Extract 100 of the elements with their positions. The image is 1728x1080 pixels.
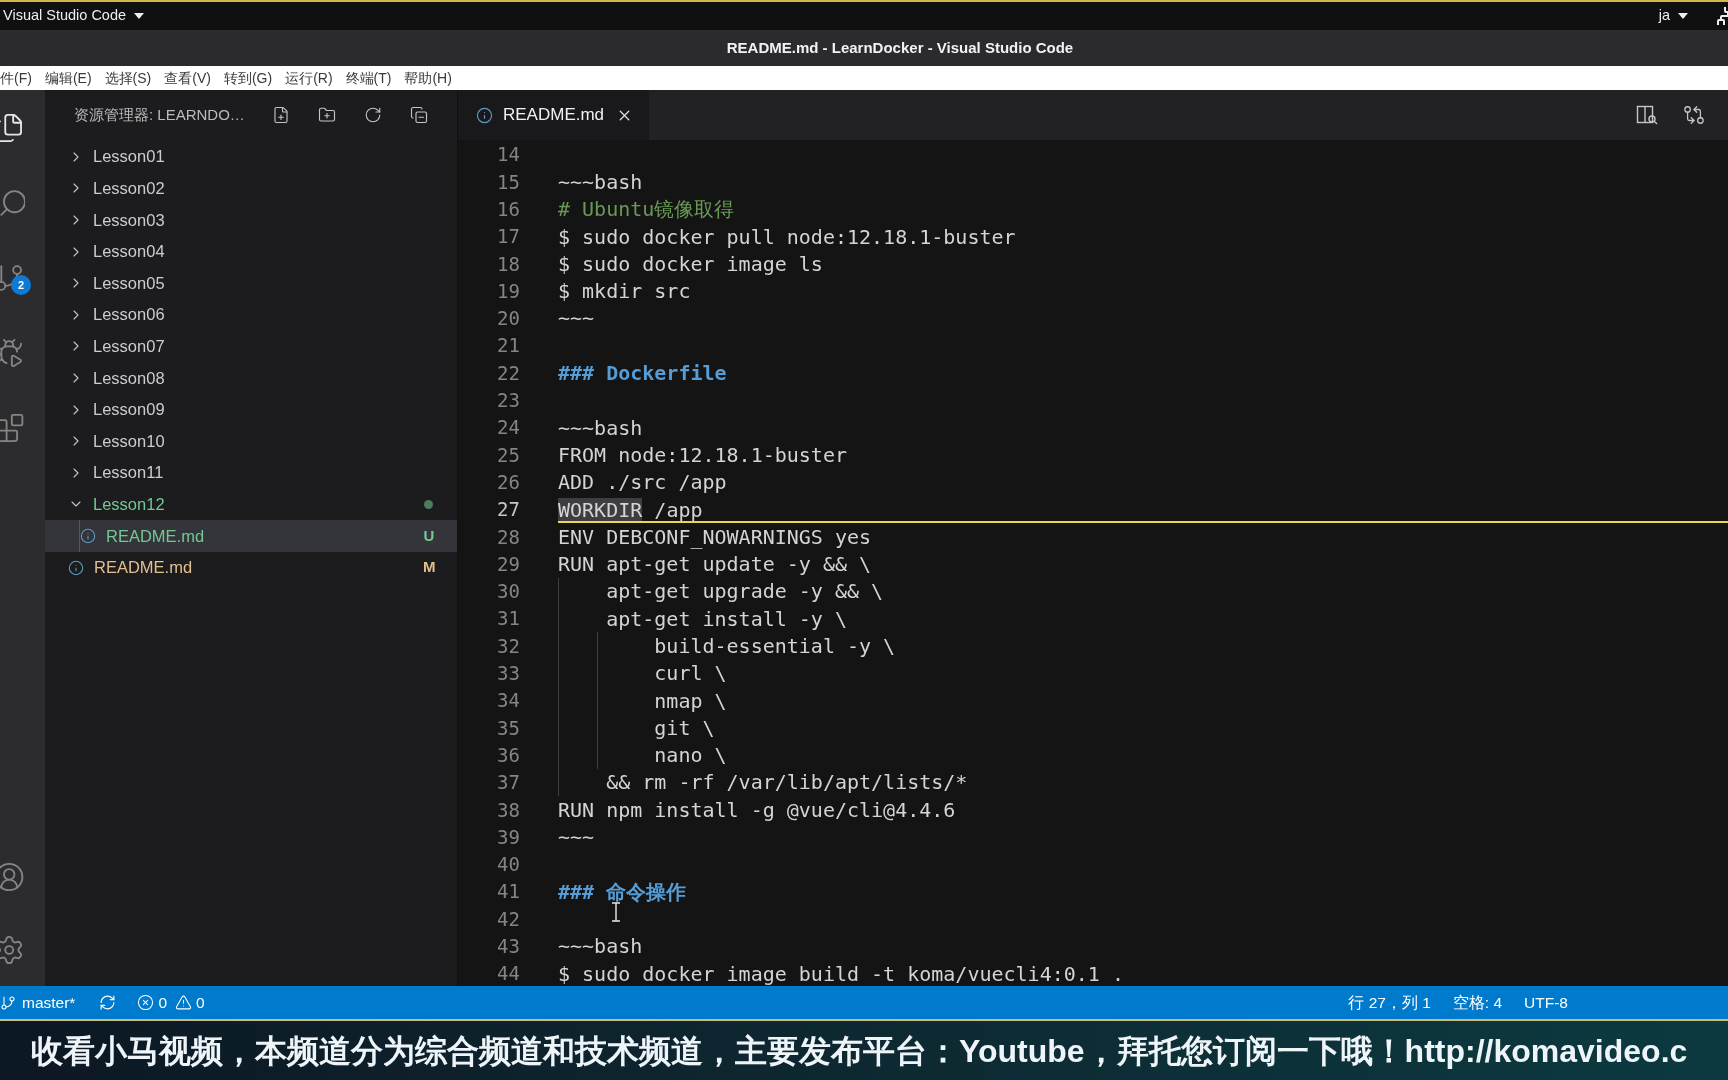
line-number: 14 <box>496 142 520 168</box>
problems-button[interactable]: 0 0 <box>137 990 205 1015</box>
line-number: 39 <box>496 824 520 850</box>
line-number: 25 <box>496 442 520 468</box>
code-line: build-essential -y \ <box>653 633 896 660</box>
line-number: 23 <box>496 388 520 414</box>
line-number: 44 <box>496 961 520 986</box>
error-icon <box>137 994 155 1011</box>
info-icon <box>68 559 84 576</box>
code-line: ENV DEBCONF_NOWARNINGS yes <box>558 523 872 551</box>
warning-icon <box>175 994 193 1011</box>
line-number: 27 <box>496 497 520 523</box>
play-bug-icon[interactable] <box>0 336 25 369</box>
line-number: 17 <box>496 224 520 250</box>
folder-plus-icon[interactable] <box>318 106 336 124</box>
line-number: 24 <box>496 415 520 441</box>
encoding-button[interactable]: UTF-8 <box>1524 990 1568 1015</box>
indentation-button[interactable]: 空格: 4 <box>1452 990 1503 1015</box>
tree-item[interactable]: Lesson01 <box>45 141 457 173</box>
network-icon[interactable] <box>1717 7 1728 25</box>
tree-item[interactable]: Lesson10 <box>45 425 457 457</box>
menu-item[interactable]: 选择(S) <box>104 67 152 89</box>
code-line: ### 命令操作 <box>558 878 687 906</box>
tree-item[interactable]: Lesson07 <box>45 330 457 363</box>
line-number: 33 <box>496 661 520 687</box>
tree-item[interactable]: README.md M <box>45 551 457 584</box>
blocks-icon[interactable] <box>0 411 25 444</box>
menu-item[interactable]: 帮助(H) <box>404 67 452 89</box>
tree-item[interactable]: Lesson08 <box>45 362 457 394</box>
info-icon <box>476 106 493 124</box>
line-number: 35 <box>496 715 520 741</box>
menu-item[interactable]: 编辑(E) <box>44 67 92 89</box>
tree-item[interactable]: Lesson09 <box>45 393 457 426</box>
line-number: 26 <box>496 469 520 495</box>
line-number: 42 <box>496 906 520 932</box>
menu-item[interactable]: 件(F) <box>0 67 32 89</box>
line-number: 30 <box>496 579 520 605</box>
code-line: WORKDIR /app <box>558 496 703 524</box>
caret-icon <box>1678 13 1688 19</box>
code-line: $ sudo docker image ls <box>558 250 823 278</box>
app-menu-button[interactable]: Visual Studio Code <box>0 5 145 27</box>
branch-button[interactable]: master* <box>0 990 76 1015</box>
editor-tab[interactable]: README.md <box>458 90 650 140</box>
code-line: # Ubuntu镜像取得 <box>558 196 735 224</box>
code-line: ~~~bash <box>558 933 643 961</box>
account-icon[interactable] <box>0 860 25 893</box>
text-cursor-icon <box>611 902 621 922</box>
tree-item[interactable]: Lesson06 <box>45 298 457 331</box>
tree-item[interactable]: Lesson04 <box>45 235 457 268</box>
code-line: git \ <box>653 714 715 742</box>
menu-item[interactable]: 终端(T) <box>345 67 392 89</box>
line-number: 40 <box>496 852 520 878</box>
code-line: curl \ <box>653 660 727 688</box>
line-number: 15 <box>496 169 520 195</box>
input-source-button[interactable]: ja <box>1658 5 1688 27</box>
line-number: 36 <box>496 742 520 768</box>
tree-item[interactable]: Lesson11 <box>45 456 457 489</box>
code-line: nano \ <box>653 742 727 770</box>
code-line: FROM node:12.18.1-buster <box>558 441 847 469</box>
git-status-letter: M <box>423 557 435 578</box>
branch-icon <box>0 994 16 1011</box>
refresh-icon[interactable] <box>364 106 382 124</box>
line-number: 38 <box>496 797 520 823</box>
collapse-icon[interactable] <box>410 106 428 124</box>
code-line: ~~~ <box>558 824 595 852</box>
line-number: 16 <box>496 197 520 222</box>
explorer-title: 资源管理器: LEARNDO… <box>74 104 245 125</box>
tree-item[interactable]: Lesson02 <box>45 172 457 205</box>
file-plus-icon[interactable] <box>272 106 290 124</box>
line-number: 41 <box>496 879 520 905</box>
line-number: 28 <box>496 524 520 550</box>
tree-item[interactable]: Lesson12 <box>45 488 457 521</box>
code-line: $ sudo docker pull node:12.18.1-buster <box>558 223 1016 251</box>
code-line: ### Dockerfile <box>558 360 727 388</box>
git-status-letter: U <box>423 525 435 546</box>
code-line: $ mkdir src <box>558 278 691 306</box>
line-number: 43 <box>496 934 520 959</box>
line-number: 21 <box>496 333 520 359</box>
code-line: ~~~bash <box>558 168 643 196</box>
tree-item[interactable]: Lesson03 <box>45 204 457 236</box>
tree-item[interactable]: README.md U <box>45 520 457 552</box>
code-line: nmap \ <box>653 687 727 715</box>
line-number: 32 <box>496 633 520 659</box>
count-badge: 2 <box>11 275 31 295</box>
panel-magnifier-icon[interactable] <box>1636 104 1658 126</box>
compare-arrows-icon[interactable] <box>1683 104 1705 126</box>
menu-item[interactable]: 运行(R) <box>285 67 333 89</box>
tree-item[interactable]: Lesson05 <box>45 267 457 299</box>
code-line: apt-get install -y \ <box>605 605 847 633</box>
line-number: 20 <box>496 306 520 332</box>
menu-item[interactable]: 查看(V) <box>164 67 211 89</box>
code-line: && rm -rf /var/lib/apt/lists/* <box>605 769 968 797</box>
cursor-position-button[interactable]: 行 27，列 1 <box>1348 990 1431 1015</box>
settings-icon[interactable] <box>0 933 25 966</box>
sync-icon[interactable] <box>99 994 117 1011</box>
code-line: ~~~ <box>558 305 595 333</box>
menu-item[interactable]: 转到(G) <box>223 67 273 89</box>
code-line: RUN npm install -g @vue/cli@4.4.6 <box>558 796 956 824</box>
files-icon[interactable] <box>0 111 25 144</box>
code-line: RUN apt-get update -y && \ <box>558 551 872 579</box>
